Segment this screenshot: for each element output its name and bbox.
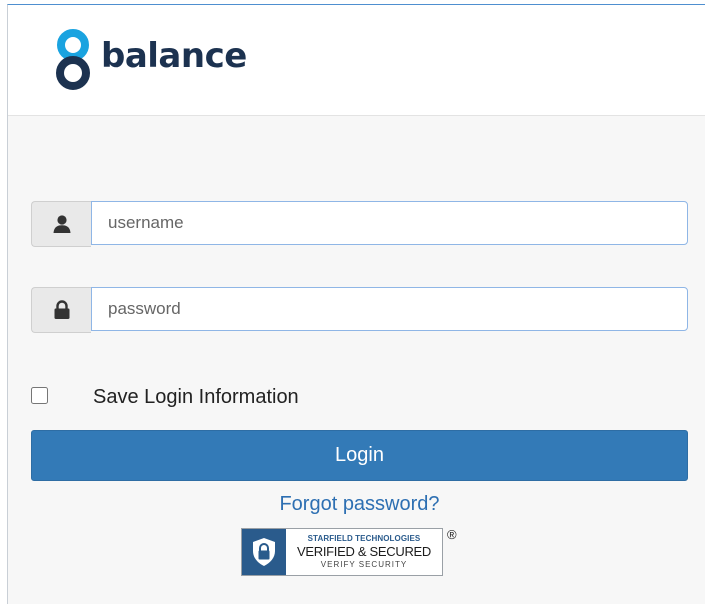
security-seal[interactable]: STARFIELD TECHNOLOGIES VERIFIED & SECURE… [241,528,443,576]
seal-text: STARFIELD TECHNOLOGIES VERIFIED & SECURE… [286,529,442,575]
registered-mark: ® [447,527,457,542]
seal-company: STARFIELD TECHNOLOGIES [307,533,421,543]
login-button[interactable]: Login [31,430,688,481]
save-login-label: Save Login Information [93,386,299,408]
brand-logo: balance [53,29,247,91]
seal-verified: VERIFIED & SECURED [296,544,431,560]
save-login-checkbox[interactable] [31,387,48,404]
password-group [31,287,688,333]
figure-eight-logo-icon [56,29,90,90]
username-input[interactable] [91,201,688,245]
login-panel: balance Save Login Information Login For… [7,4,705,604]
forgot-password-link[interactable]: Forgot password? [8,493,705,516]
padlock-icon [242,529,286,575]
lock-icon [31,287,91,333]
user-icon [31,201,91,247]
save-login-row[interactable]: Save Login Information [31,384,299,408]
password-input[interactable] [91,287,688,331]
seal-verify-link: VERIFY SECURITY [320,559,408,569]
username-group [31,201,688,247]
brand-name: balance [101,36,247,76]
header: balance [8,5,705,116]
